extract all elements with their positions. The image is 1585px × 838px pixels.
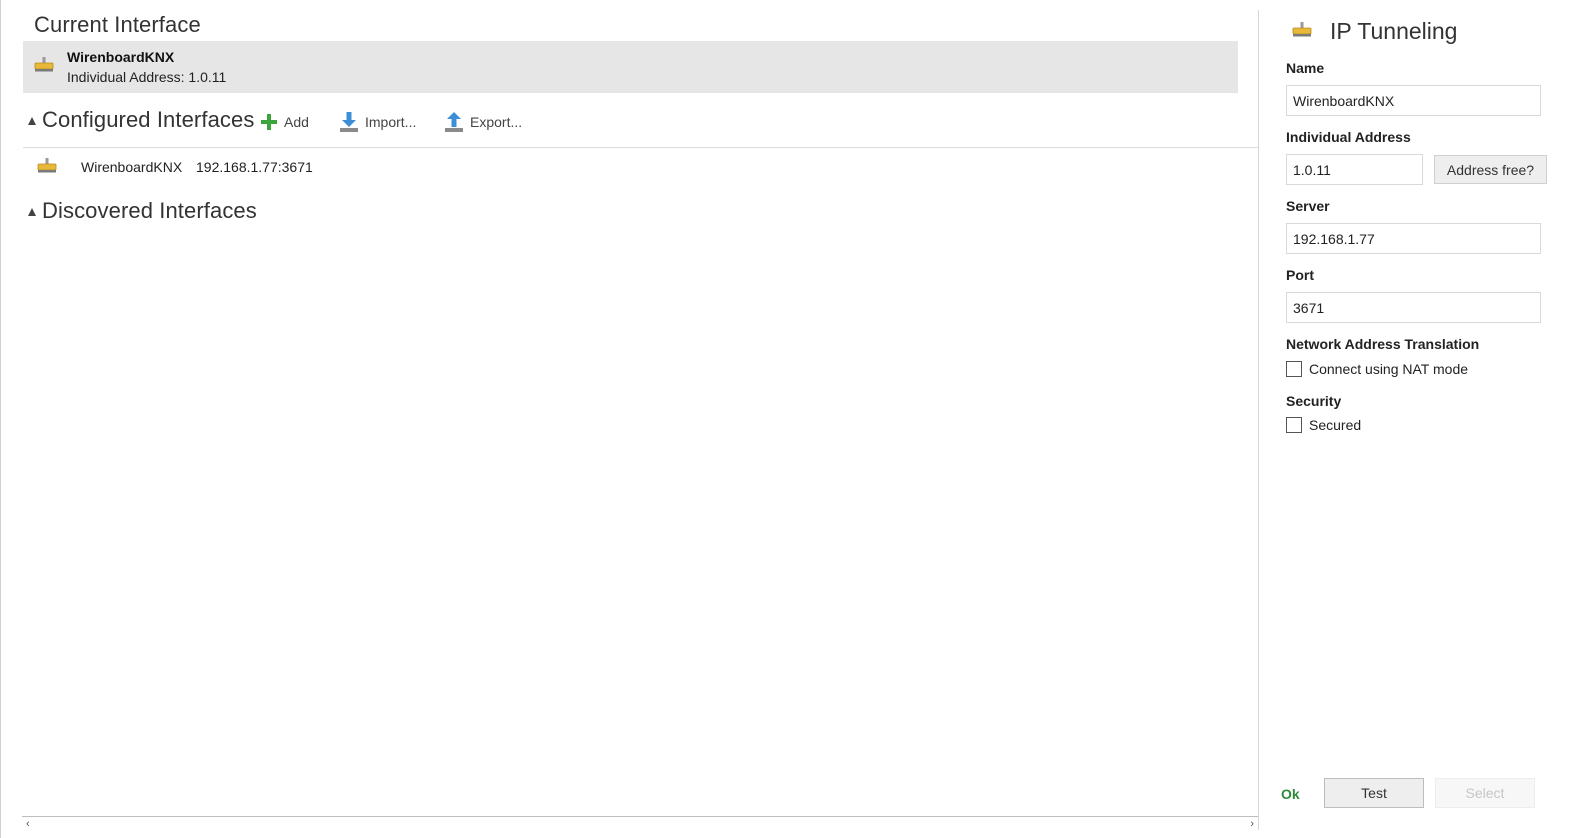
- address-free-button[interactable]: Address free?: [1434, 155, 1547, 184]
- interfaces-pane: Current Interface WirenboardKNX Individu…: [0, 0, 1260, 838]
- panel-title: IP Tunneling: [1330, 18, 1458, 44]
- current-interface-box[interactable]: WirenboardKNX Individual Address: 1.0.11: [23, 41, 1238, 93]
- toolbar-separator: [23, 147, 1258, 148]
- status-ok-text: Ok: [1281, 786, 1300, 802]
- network-interface-icon: [34, 57, 54, 78]
- export-icon: [445, 112, 463, 132]
- scroll-left-icon[interactable]: ‹: [26, 818, 30, 830]
- port-input[interactable]: [1286, 292, 1541, 323]
- scroll-right-icon[interactable]: ›: [1250, 818, 1254, 830]
- app-root: Current Interface WirenboardKNX Individu…: [0, 0, 1585, 838]
- server-input[interactable]: [1286, 223, 1541, 254]
- network-interface-icon: [37, 158, 57, 179]
- server-label: Server: [1286, 198, 1330, 214]
- collapse-discovered-icon[interactable]: [28, 208, 36, 216]
- individual-address-label: Individual Address: [1286, 129, 1411, 145]
- nat-label: Network Address Translation: [1286, 336, 1480, 352]
- current-interface-title: Current Interface: [34, 12, 201, 37]
- add-button-label: Add: [284, 114, 309, 130]
- import-button[interactable]: Import...: [339, 110, 416, 134]
- horizontal-scrollbar[interactable]: ‹ ›: [22, 816, 1258, 830]
- test-button[interactable]: Test: [1324, 778, 1424, 808]
- collapse-configured-icon[interactable]: [28, 117, 36, 125]
- import-button-label: Import...: [365, 114, 417, 130]
- import-icon: [340, 112, 358, 132]
- nat-mode-checkbox-box[interactable]: [1286, 361, 1302, 377]
- plus-icon: [261, 114, 277, 130]
- configured-interface-row[interactable]: WirenboardKNX 192.168.1.77:3671: [23, 152, 1258, 184]
- secured-checkbox[interactable]: Secured: [1286, 417, 1361, 433]
- secured-checkbox-box[interactable]: [1286, 417, 1302, 433]
- configured-interface-endpoint: 192.168.1.77:3671: [196, 159, 313, 175]
- ip-tunneling-panel: IP Tunneling Name Individual Address Add…: [1260, 0, 1585, 838]
- nat-mode-checkbox[interactable]: Connect using NAT mode: [1286, 361, 1468, 377]
- select-button[interactable]: Select: [1435, 778, 1535, 808]
- individual-address-input[interactable]: [1286, 154, 1423, 185]
- nat-mode-checkbox-label: Connect using NAT mode: [1309, 361, 1469, 377]
- discovered-interfaces-title[interactable]: Discovered Interfaces: [42, 198, 257, 224]
- network-interface-icon: [1292, 22, 1312, 43]
- add-button[interactable]: Add: [260, 110, 309, 134]
- name-input[interactable]: [1286, 85, 1541, 116]
- name-label: Name: [1286, 60, 1325, 76]
- current-interface-address: Individual Address: 1.0.11: [67, 69, 227, 85]
- secured-checkbox-label: Secured: [1309, 417, 1362, 433]
- port-label: Port: [1286, 267, 1314, 283]
- export-button[interactable]: Export...: [444, 110, 522, 134]
- export-button-label: Export...: [470, 114, 523, 130]
- security-label: Security: [1286, 393, 1342, 409]
- current-interface-name: WirenboardKNX: [67, 49, 175, 65]
- pane-divider[interactable]: [1258, 10, 1259, 830]
- configured-interface-name: WirenboardKNX: [81, 159, 183, 175]
- configured-interfaces-title[interactable]: Configured Interfaces: [42, 107, 254, 133]
